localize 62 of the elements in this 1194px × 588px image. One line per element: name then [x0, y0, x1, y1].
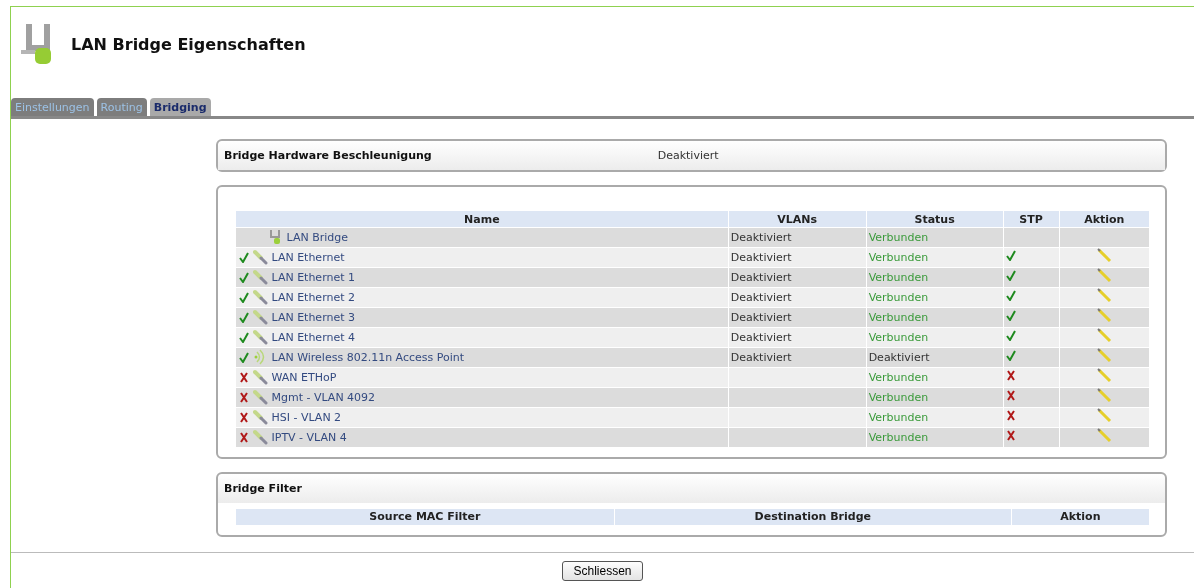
vlans-cell: Deaktiviert	[730, 230, 792, 244]
interface-link[interactable]: Mgmt - VLAN 4092	[271, 390, 376, 404]
interface-link[interactable]: LAN Bridge	[286, 230, 348, 244]
status-cell: Verbunden	[868, 290, 929, 304]
vlans-cell: Deaktiviert	[730, 250, 792, 264]
status-cell: Verbunden	[868, 410, 929, 424]
plug-icon	[252, 429, 269, 445]
plug-icon	[252, 249, 269, 265]
vlans-cell: Deaktiviert	[730, 350, 792, 364]
interface-link[interactable]: LAN Ethernet 1	[271, 270, 355, 284]
hardware-value: Deaktiviert	[657, 149, 719, 162]
hardware-label: Bridge Hardware Beschleunigung	[224, 149, 432, 162]
status-cell: Verbunden	[868, 230, 929, 244]
plug-icon	[252, 389, 269, 405]
close-button[interactable]: Schliessen	[562, 561, 643, 581]
status-cell: Verbunden	[868, 330, 929, 344]
interface-link[interactable]: HSI - VLAN 2	[271, 410, 342, 424]
interface-link[interactable]: IPTV - VLAN 4	[271, 430, 347, 444]
status-cell: Verbunden	[868, 310, 929, 324]
interface-link[interactable]: LAN Ethernet 2	[271, 290, 355, 304]
edit-icon[interactable]	[1096, 247, 1113, 264]
plug-icon	[252, 269, 269, 285]
column-header: VLANs	[728, 211, 867, 228]
interface-link[interactable]: LAN Ethernet 3	[271, 310, 355, 324]
vlans-cell: Deaktiviert	[730, 330, 792, 344]
plug-icon	[252, 289, 269, 305]
column-header: Destination Bridge	[614, 508, 1012, 525]
edit-icon[interactable]	[1096, 267, 1113, 284]
plug-icon	[252, 309, 269, 325]
status-cell: Verbunden	[868, 270, 929, 284]
interface-link[interactable]: LAN Ethernet 4	[271, 330, 355, 344]
column-header: STP	[1003, 211, 1059, 228]
column-header: Status	[866, 211, 1004, 228]
status-cell: Deaktiviert	[868, 350, 930, 364]
interface-link[interactable]: LAN Wireless 802.11n Access Point	[271, 350, 465, 364]
column-header: Name	[235, 211, 729, 228]
filter-title: Bridge Filter	[224, 481, 302, 495]
plug-icon	[252, 329, 269, 345]
vlans-cell: Deaktiviert	[730, 270, 792, 284]
column-header: Source MAC Filter	[235, 508, 615, 525]
vlans-cell: Deaktiviert	[730, 310, 792, 324]
edit-icon[interactable]	[1096, 367, 1113, 384]
status-cell: Verbunden	[868, 430, 929, 444]
edit-icon[interactable]	[1096, 307, 1113, 324]
edit-icon[interactable]	[1096, 427, 1113, 444]
interface-link[interactable]: LAN Ethernet	[271, 250, 345, 264]
edit-icon[interactable]	[1096, 407, 1113, 424]
vlans-cell: Deaktiviert	[730, 290, 792, 304]
column-header: Aktion	[1059, 211, 1149, 228]
status-cell: Verbunden	[868, 370, 929, 384]
tab[interactable]: Bridging	[149, 98, 211, 116]
edit-icon[interactable]	[1096, 287, 1113, 304]
status-cell: Verbunden	[868, 390, 929, 404]
edit-icon[interactable]	[1096, 387, 1113, 404]
window-title: LAN Bridge Eigenschaften	[71, 34, 306, 54]
status-cell: Verbunden	[868, 250, 929, 264]
plug-icon	[252, 409, 269, 425]
column-header: Aktion	[1011, 508, 1149, 525]
interface-link[interactable]: WAN ETHoP	[271, 370, 337, 384]
edit-icon[interactable]	[1096, 327, 1113, 344]
plug-icon	[252, 369, 269, 385]
edit-icon[interactable]	[1096, 347, 1113, 364]
